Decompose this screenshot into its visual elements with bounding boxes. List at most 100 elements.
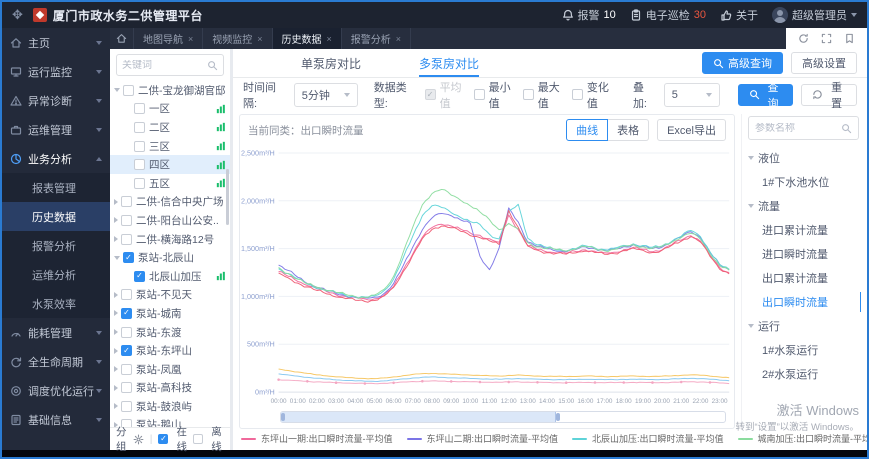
close-icon[interactable]: × xyxy=(327,34,332,44)
caret-right-icon[interactable] xyxy=(114,366,118,372)
tree-checkbox[interactable] xyxy=(134,271,145,282)
datazoom-handle-right[interactable] xyxy=(556,413,560,421)
tree-item-三区[interactable]: 三区 xyxy=(110,137,230,156)
tree-item-一区[interactable]: 一区 xyxy=(110,100,230,119)
user-menu[interactable]: 超级管理员 xyxy=(772,7,857,23)
tree-checkbox[interactable] xyxy=(123,85,134,96)
sidebar-item-业务分析[interactable]: 业务分析 xyxy=(2,144,110,173)
tree-checkbox[interactable] xyxy=(121,234,132,245)
tree-item-泵站-北辰山[interactable]: 泵站-北辰山 xyxy=(110,248,230,267)
sidebar-item-基础信息[interactable]: 基础信息 xyxy=(2,405,110,434)
caret-down-icon[interactable] xyxy=(114,88,120,92)
param-item-出口累计流量[interactable]: 出口累计流量 xyxy=(748,266,861,290)
tab-报警分析[interactable]: 报警分析× xyxy=(342,28,411,49)
overlay-select[interactable]: 5 xyxy=(664,83,720,107)
tree-item-北辰山加压[interactable]: 北辰山加压 xyxy=(110,267,230,286)
sidebar-item-异常诊断[interactable]: 异常诊断 xyxy=(2,86,110,115)
tree-checkbox[interactable] xyxy=(121,364,132,375)
tree-checkbox[interactable] xyxy=(121,419,132,427)
alarm-menu[interactable]: 报警 10 xyxy=(562,7,616,23)
param-item-出口瞬时流量[interactable]: 出口瞬时流量 xyxy=(748,290,861,314)
search-icon[interactable] xyxy=(207,60,218,71)
tree-item-四区[interactable]: 四区 xyxy=(110,155,230,174)
sidebar-subitem-运维分析[interactable]: 运维分析 xyxy=(2,260,110,289)
legend-item[interactable]: 东坪山二期:出口瞬时流量-平均值 xyxy=(407,432,559,445)
about-menu[interactable]: 关于 xyxy=(720,7,758,23)
tree-checkbox[interactable] xyxy=(134,103,145,114)
close-icon[interactable]: × xyxy=(396,34,401,44)
tree-item-泵站-凤凰[interactable]: 泵站-凤凰 xyxy=(110,360,230,379)
caret-right-icon[interactable] xyxy=(114,329,118,335)
caret-right-icon[interactable] xyxy=(114,310,118,316)
tab-多泵房对比[interactable]: 多泵房对比 xyxy=(419,49,479,77)
advanced-settings-button[interactable]: 高级设置 xyxy=(791,52,857,74)
tree-search-input[interactable] xyxy=(122,60,207,71)
tab-单泵房对比[interactable]: 单泵房对比 xyxy=(301,49,361,77)
tree-item-泵站-鹅山[interactable]: 泵站-鹅山 xyxy=(110,416,230,427)
view-button-曲线[interactable]: 曲线 xyxy=(566,119,608,141)
caret-right-icon[interactable] xyxy=(114,385,118,391)
tree-checkbox[interactable] xyxy=(123,252,134,263)
caret-right-icon[interactable] xyxy=(114,403,118,409)
interval-select[interactable]: 5分钟 xyxy=(294,83,358,107)
tree-checkbox[interactable] xyxy=(134,122,145,133)
gear-icon[interactable] xyxy=(133,434,144,445)
tree-checkbox[interactable] xyxy=(121,289,132,300)
tree-item-泵站-东渡[interactable]: 泵站-东渡 xyxy=(110,323,230,342)
sidebar-item-全生命周期[interactable]: 全生命周期 xyxy=(2,347,110,376)
datatype-checkbox-平均值[interactable]: 平均值 xyxy=(425,79,468,111)
query-button[interactable]: 查询 xyxy=(738,84,794,106)
view-button-Excel导出[interactable]: Excel导出 xyxy=(657,119,726,141)
sidebar-subitem-报表管理[interactable]: 报表管理 xyxy=(2,173,110,202)
tab-地图导航[interactable]: 地图导航× xyxy=(134,28,203,49)
tab-视频监控[interactable]: 视频监控× xyxy=(203,28,272,49)
tree-checkbox[interactable] xyxy=(121,308,132,319)
caret-right-icon[interactable] xyxy=(114,422,118,427)
caret-right-icon[interactable] xyxy=(114,236,118,242)
fullscreen-icon[interactable] xyxy=(821,33,832,44)
tree-item-二供-横海路12号[interactable]: 二供-横海路12号 xyxy=(110,230,230,249)
caret-right-icon[interactable] xyxy=(114,292,118,298)
tree-scrollbar[interactable] xyxy=(226,169,229,225)
sidebar-item-运行监控[interactable]: 运行监控 xyxy=(2,57,110,86)
sidebar-item-能耗管理[interactable]: 能耗管理 xyxy=(2,318,110,347)
advanced-query-button[interactable]: 高级查询 xyxy=(702,52,783,74)
datatype-checkbox-最小值[interactable]: 最小值 xyxy=(474,79,517,111)
param-item-1#下水池水位[interactable]: 1#下水池水位 xyxy=(748,170,861,194)
bookmark-icon[interactable] xyxy=(844,33,855,44)
inspection-menu[interactable]: 电子巡检 30 xyxy=(630,7,706,23)
tree-item-泵站-东坪山[interactable]: 泵站-东坪山 xyxy=(110,341,230,360)
online-checkbox[interactable] xyxy=(158,434,168,444)
caret-right-icon[interactable] xyxy=(114,217,118,223)
view-button-表格[interactable]: 表格 xyxy=(608,119,649,141)
datatype-checkbox-最大值[interactable]: 最大值 xyxy=(523,79,566,111)
param-item-进口瞬时流量[interactable]: 进口瞬时流量 xyxy=(748,242,861,266)
tree-item-泵站-城南[interactable]: 泵站-城南 xyxy=(110,304,230,323)
close-icon[interactable]: × xyxy=(188,34,193,44)
tree-item-二供-阳台山公安..[interactable]: 二供-阳台山公安.. xyxy=(110,211,230,230)
caret-right-icon[interactable] xyxy=(114,348,118,354)
sidebar-item-调度优化运行[interactable]: 调度优化运行 xyxy=(2,376,110,405)
legend-item[interactable]: 北辰山加压:出口瞬时流量-平均值 xyxy=(572,432,724,445)
tree-checkbox[interactable] xyxy=(121,382,132,393)
tree-checkbox[interactable] xyxy=(121,215,132,226)
tree-item-五区[interactable]: 五区 xyxy=(110,174,230,193)
tree-checkbox[interactable] xyxy=(134,141,145,152)
legend-item[interactable]: 东坪山一期:出口瞬时流量-平均值 xyxy=(241,432,393,445)
sidebar-subitem-报警分析[interactable]: 报警分析 xyxy=(2,231,110,260)
tree-item-二区[interactable]: 二区 xyxy=(110,118,230,137)
tree-item-泵站-鼓浪屿[interactable]: 泵站-鼓浪屿 xyxy=(110,397,230,416)
param-group-流量[interactable]: 流量 xyxy=(748,194,861,218)
datazoom-selected[interactable] xyxy=(281,412,556,422)
sidebar-subitem-水泵效率[interactable]: 水泵效率 xyxy=(2,289,110,318)
param-search-input[interactable] xyxy=(755,123,841,134)
param-group-运行[interactable]: 运行 xyxy=(748,314,861,338)
sidebar-item-主页[interactable]: 主页 xyxy=(2,28,110,57)
offline-checkbox[interactable] xyxy=(193,434,203,444)
sidebar-subitem-历史数据[interactable]: 历史数据 xyxy=(2,202,110,231)
tree-item-二供-宝龙御湖官邸[interactable]: 二供-宝龙御湖官邸 xyxy=(110,81,230,100)
datazoom-handle-left[interactable] xyxy=(281,413,285,421)
tree-item-二供-信合中央广场[interactable]: 二供-信合中央广场 xyxy=(110,193,230,212)
param-group-液位[interactable]: 液位 xyxy=(748,146,861,170)
sidebar-item-运维管理[interactable]: 运维管理 xyxy=(2,115,110,144)
